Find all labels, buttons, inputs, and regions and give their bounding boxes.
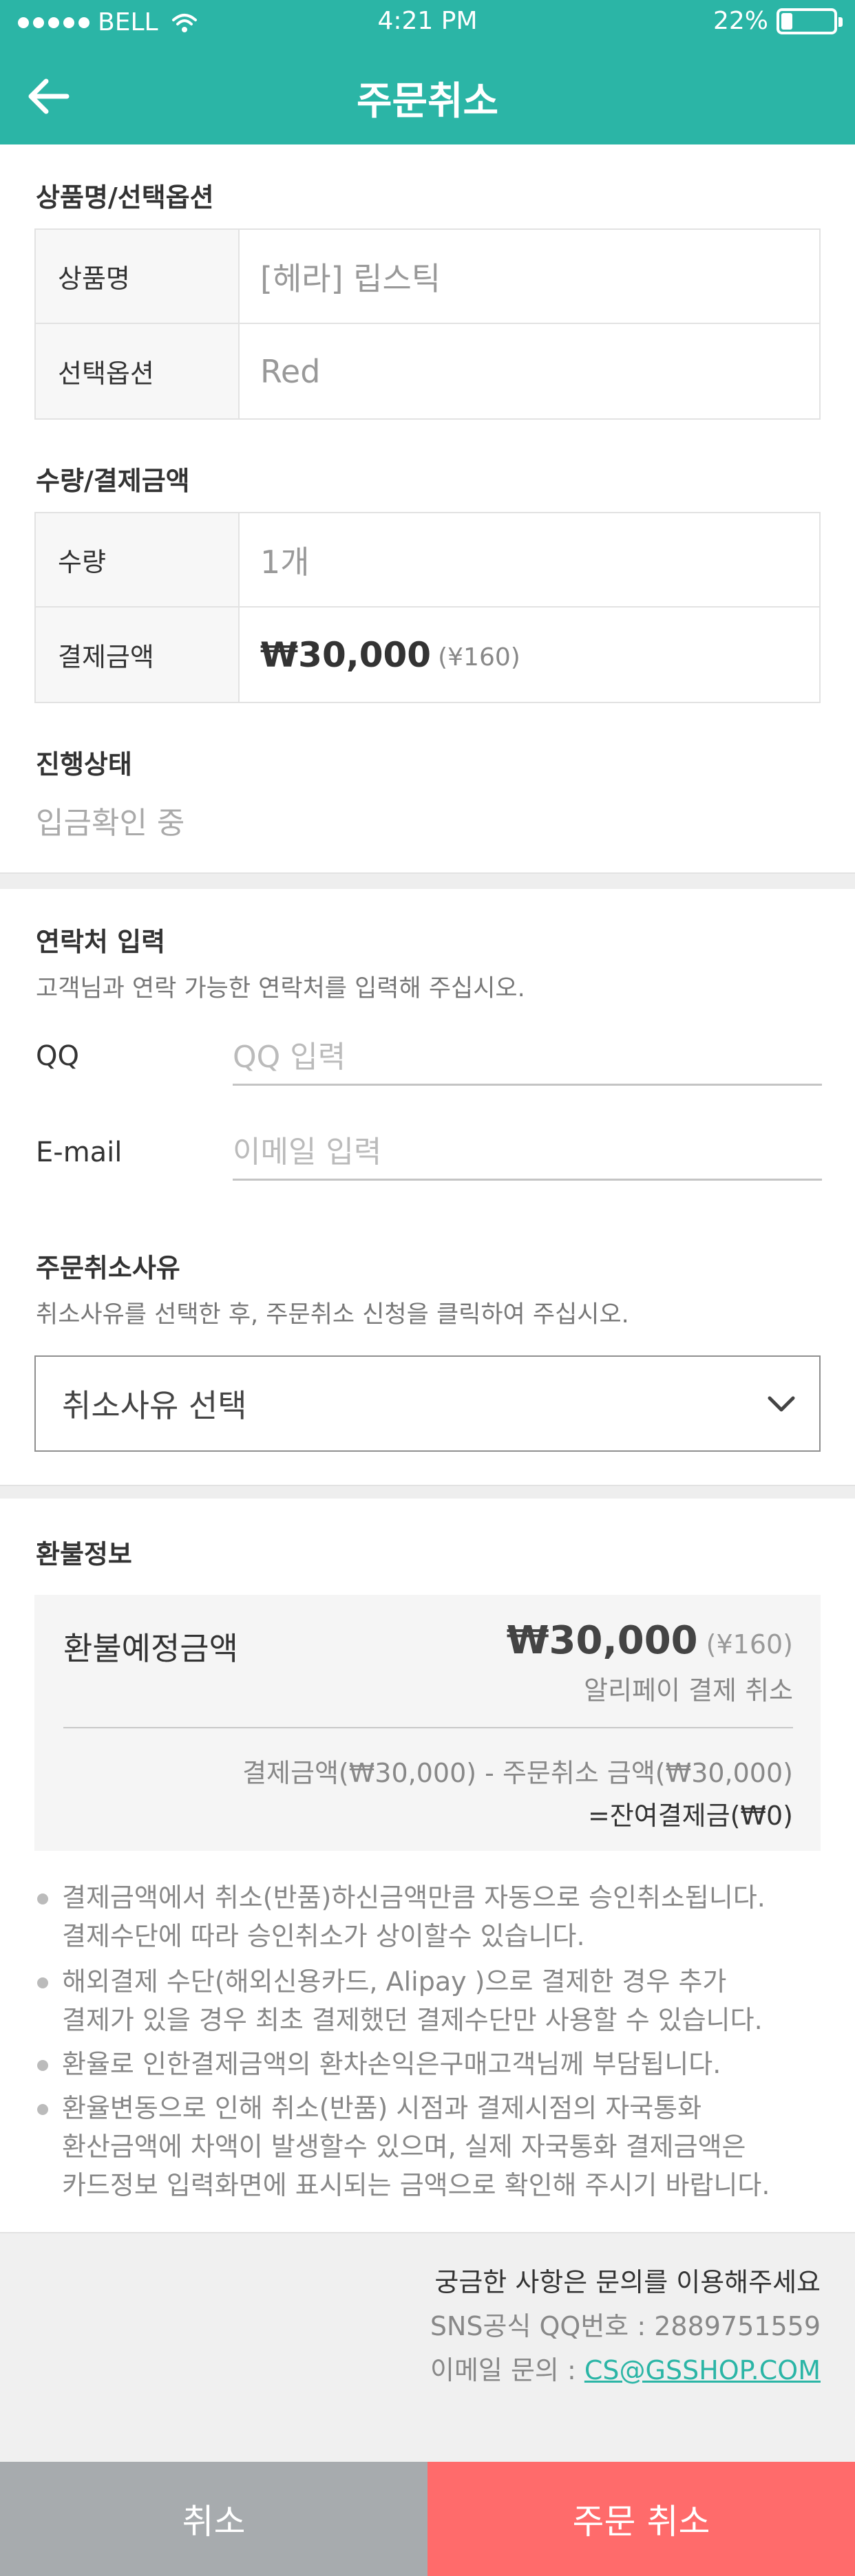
contact-section-title: 연락처 입력 [36,927,166,957]
refund-calculation: 결제금액(₩30,000) - 주문취소 금액(₩30,000) [242,1758,793,1788]
note-line: 결제가 있을 경우 최초 결제했던 결제수단만 사용할 수 있습니다. [62,2005,763,2035]
email-input[interactable] [233,1126,822,1181]
table-row: 수량 1개 [36,513,819,608]
footer-title: 궁금한 사항은 문의를 이용해주세요 [434,2267,821,2297]
reason-section-title: 주문취소사유 [36,1253,180,1283]
nav-bar: 주문취소 [0,45,855,144]
progress-value: 입금확인 중 [36,806,185,841]
refund-divider [63,1727,793,1728]
order-cancel-button[interactable]: 주문 취소 [427,2462,855,2576]
product-name-value: [헤라] 립스틱 [260,259,441,297]
arrow-left-icon [28,78,70,114]
quantity-value: 1개 [260,543,310,581]
note-line: 환율변동으로 인해 취소(반품) 시점과 결제시점의 자국통화 [62,2093,702,2123]
list-item: 결제금액에서 취소(반품)하신금액만큼 자동으로 승인취소됩니다. 결제수단에 … [34,1878,826,1955]
refund-section-title: 환불정보 [36,1539,132,1569]
table-row: 선택옵션 Red [36,324,819,418]
battery-fill [781,12,793,30]
quantity-label: 수량 [36,513,240,606]
footer-email: 이메일 문의 : CS@GSSHOP.COM [430,2349,821,2387]
refund-method: 알리페이 결제 취소 [584,1675,793,1706]
chevron-down-icon [768,1396,795,1412]
help-footer: 궁금한 사항은 문의를 이용해주세요 SNS공식 QQ번호 : 28897515… [0,2232,855,2462]
payment-table: 수량 1개 결제금액 ₩30,000 (¥160) [34,512,821,703]
bottom-action-bar: 취소 주문 취소 [0,2462,855,2576]
back-button[interactable] [21,69,76,124]
page-title: 주문취소 [356,79,499,124]
refund-balance: =잔여결제금(₩0) [587,1801,793,1831]
section-divider [0,872,855,889]
footer-qq: SNS공식 QQ번호 : 2889751559 [430,2311,821,2341]
table-row: 결제금액 ₩30,000 (¥160) [36,608,819,702]
battery-percent: 22% [712,7,768,35]
footer-email-prefix: 이메일 문의 : [430,2355,584,2385]
contact-subtitle: 고객님과 연락 가능한 연락처를 입력해 주십시오. [36,975,525,1002]
status-right: 22% [712,7,843,35]
option-value: Red [260,352,321,390]
note-line: 환율로 인한결제금액의 환차손익은구매고객님께 부담됩니다. [62,2049,721,2079]
reason-subtitle: 취소사유를 선택한 후, 주문취소 신청을 클릭하여 주십시오. [36,1301,629,1329]
amount-sub-value: (¥160) [438,643,520,672]
email-link[interactable]: CS@GSSHOP.COM [584,2355,821,2385]
note-line: 결제수단에 따라 승인취소가 상이할수 있습니다. [62,1921,585,1951]
qq-label: QQ [36,1040,79,1072]
section-divider [0,1485,855,1499]
product-section-title: 상품명/선택옵션 [36,182,214,213]
option-label: 선택옵션 [36,324,240,418]
notes-list: 결제금액에서 취소(반품)하신금액만큼 자동으로 승인취소됩니다. 결제수단에 … [34,1878,826,2204]
progress-section-title: 진행상태 [36,749,132,780]
list-item: 환율로 인한결제금액의 환차손익은구매고객님께 부담됩니다. [34,2045,826,2083]
refund-box: 환불예정금액 ₩30,000 (¥160) 알리페이 결제 취소 결제금액(₩3… [34,1595,821,1851]
amount-value-cell: ₩30,000 (¥160) [240,608,819,702]
email-label: E-mail [36,1137,123,1168]
payment-section-title: 수량/결제금액 [36,466,190,496]
list-item: 해외결제 수단(해외신용카드, Alipay )으로 결제한 경우 추가 결제가… [34,1962,826,2039]
refund-amount-sub: (¥160) [706,1629,793,1660]
battery-icon [777,8,843,34]
cancel-button[interactable]: 취소 [0,2462,427,2576]
note-line: 환산금액에 차액이 발생할수 있으며, 실제 자국통화 결제금액은 [62,2132,746,2162]
product-table: 상품명 [헤라] 립스틱 선택옵션 Red [34,228,821,420]
list-item: 환율변동으로 인해 취소(반품) 시점과 결제시점의 자국통화 환산금액에 차액… [34,2089,826,2204]
qq-input[interactable] [233,1031,822,1086]
refund-amount: ₩30,000 [506,1618,698,1663]
table-row: 상품명 [헤라] 립스틱 [36,230,819,324]
amount-label: 결제금액 [36,608,240,702]
status-bar: BELL 4:21 PM 22% [0,0,855,45]
amount-value: ₩30,000 [260,634,432,675]
cancel-reason-select-value: 취소사유 선택 [62,1387,247,1424]
note-line: 카드정보 입력화면에 표시되는 금액으로 확인해 주시기 바랍니다. [62,2170,770,2200]
refund-label: 환불예정금액 [63,1630,238,1667]
refund-amount-wrap: ₩30,000 (¥160) [507,1618,793,1663]
product-name-label: 상품명 [36,230,240,323]
note-line: 결제금액에서 취소(반품)하신금액만큼 자동으로 승인취소됩니다. [62,1882,766,1913]
cancel-reason-select[interactable]: 취소사유 선택 [34,1355,821,1452]
note-line: 해외결제 수단(해외신용카드, Alipay )으로 결제한 경우 추가 [62,1966,727,1997]
